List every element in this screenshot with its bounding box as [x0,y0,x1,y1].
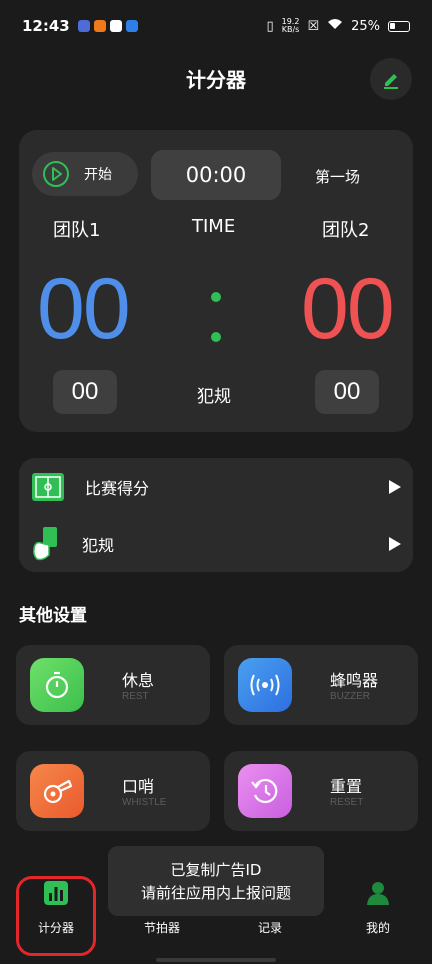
timer-display[interactable]: 00:00 [151,150,281,200]
battery-percent: 25% [351,18,380,34]
edit-button[interactable] [370,58,412,100]
start-button[interactable]: 开始 [32,152,138,196]
list-item-foul[interactable]: 犯规 [19,515,413,572]
tab-label: 节拍器 [143,921,180,935]
vibrate-icon: ▯ [266,18,274,34]
app-notification-icon [77,20,90,32]
page-title: 计分器 [186,68,246,92]
scoreboard-icon [32,472,64,501]
setting-title: 蜂鸣器 [330,671,379,690]
app-notification-icon [93,20,106,32]
buzzer-icon [238,658,292,712]
arrow-right-icon [389,536,401,551]
toast-line: 已复制广告ID [170,861,262,879]
wifi-icon [327,18,343,34]
setting-buzzer[interactable]: 蜂鸣器 BUZZER [224,645,418,725]
pencil-icon [384,74,398,89]
setting-title: 口哨 [122,777,155,796]
status-app-icons [77,20,138,32]
play-icon [43,161,69,187]
status-bar: 12:43 ▯ 19.2 KB/s ☒ 25% [0,0,432,52]
person-icon [367,882,389,905]
list-item-label: 比赛得分 [85,478,150,498]
start-label: 开始 [84,167,112,183]
no-sim-icon: ☒ [307,18,320,34]
bar-chart-icon [44,881,68,905]
whistle-icon [30,764,84,818]
team1-score[interactable]: 00 [37,260,131,359]
setting-title: 重置 [330,777,363,796]
tab-label: 我的 [365,921,390,935]
team1-fouls[interactable]: 00 [53,370,117,414]
setting-whistle[interactable]: 口哨 WHISTLE [16,751,210,831]
netspeed-unit: KB/s [281,25,300,34]
home-indicator[interactable] [156,958,276,962]
status-time: 12:43 [22,17,70,35]
list-item-label: 犯规 [82,535,115,555]
setting-reset[interactable]: 重置 RESET [224,751,418,831]
tab-profile[interactable]: 我的 [338,880,418,936]
arrow-right-icon [389,479,401,494]
match-label[interactable]: 第一场 [315,166,360,187]
toast-message: 已复制广告ID 请前往应用内上报问题 [108,846,324,916]
separator-dot [211,292,221,302]
setting-subtitle: BUZZER [330,691,370,702]
setting-subtitle: RESET [330,797,364,808]
setting-subtitle: REST [122,691,149,702]
settings-list: 比赛得分 犯规 [19,458,413,572]
team2-fouls[interactable]: 00 [315,370,379,414]
team1-name[interactable]: 团队1 [53,216,100,242]
setting-title: 休息 [122,671,155,690]
reset-icon [238,764,292,818]
tab-label: 计分器 [37,921,74,935]
separator-dot [211,332,221,342]
team2-name[interactable]: 团队2 [322,216,369,242]
status-right: ▯ 19.2 KB/s ☒ 25% [266,18,410,34]
setting-subtitle: WHISTLE [122,797,167,808]
team2-score[interactable]: 00 [301,260,395,359]
app-notification-icon [125,20,138,32]
battery-icon [388,20,410,32]
foul-label: 犯规 [197,387,231,407]
list-item-match-score[interactable]: 比赛得分 [19,458,413,515]
network-speed: 19.2 KB/s [282,18,300,34]
foul-card-icon [33,526,57,560]
section-title: 其他设置 [19,606,87,626]
setting-rest[interactable]: 休息 REST [16,645,210,725]
tab-scorer[interactable]: 计分器 [16,880,96,936]
scoreboard-card: 开始 00:00 第一场 团队1 TIME 团队2 00 00 00 犯规 00 [19,130,413,432]
tab-label: 记录 [257,921,282,935]
score-separator [211,292,221,344]
stopwatch-icon [30,658,84,712]
app-notification-icon [109,20,122,32]
time-label: TIME [192,216,236,237]
toast-line: 请前往应用内上报问题 [140,884,291,902]
